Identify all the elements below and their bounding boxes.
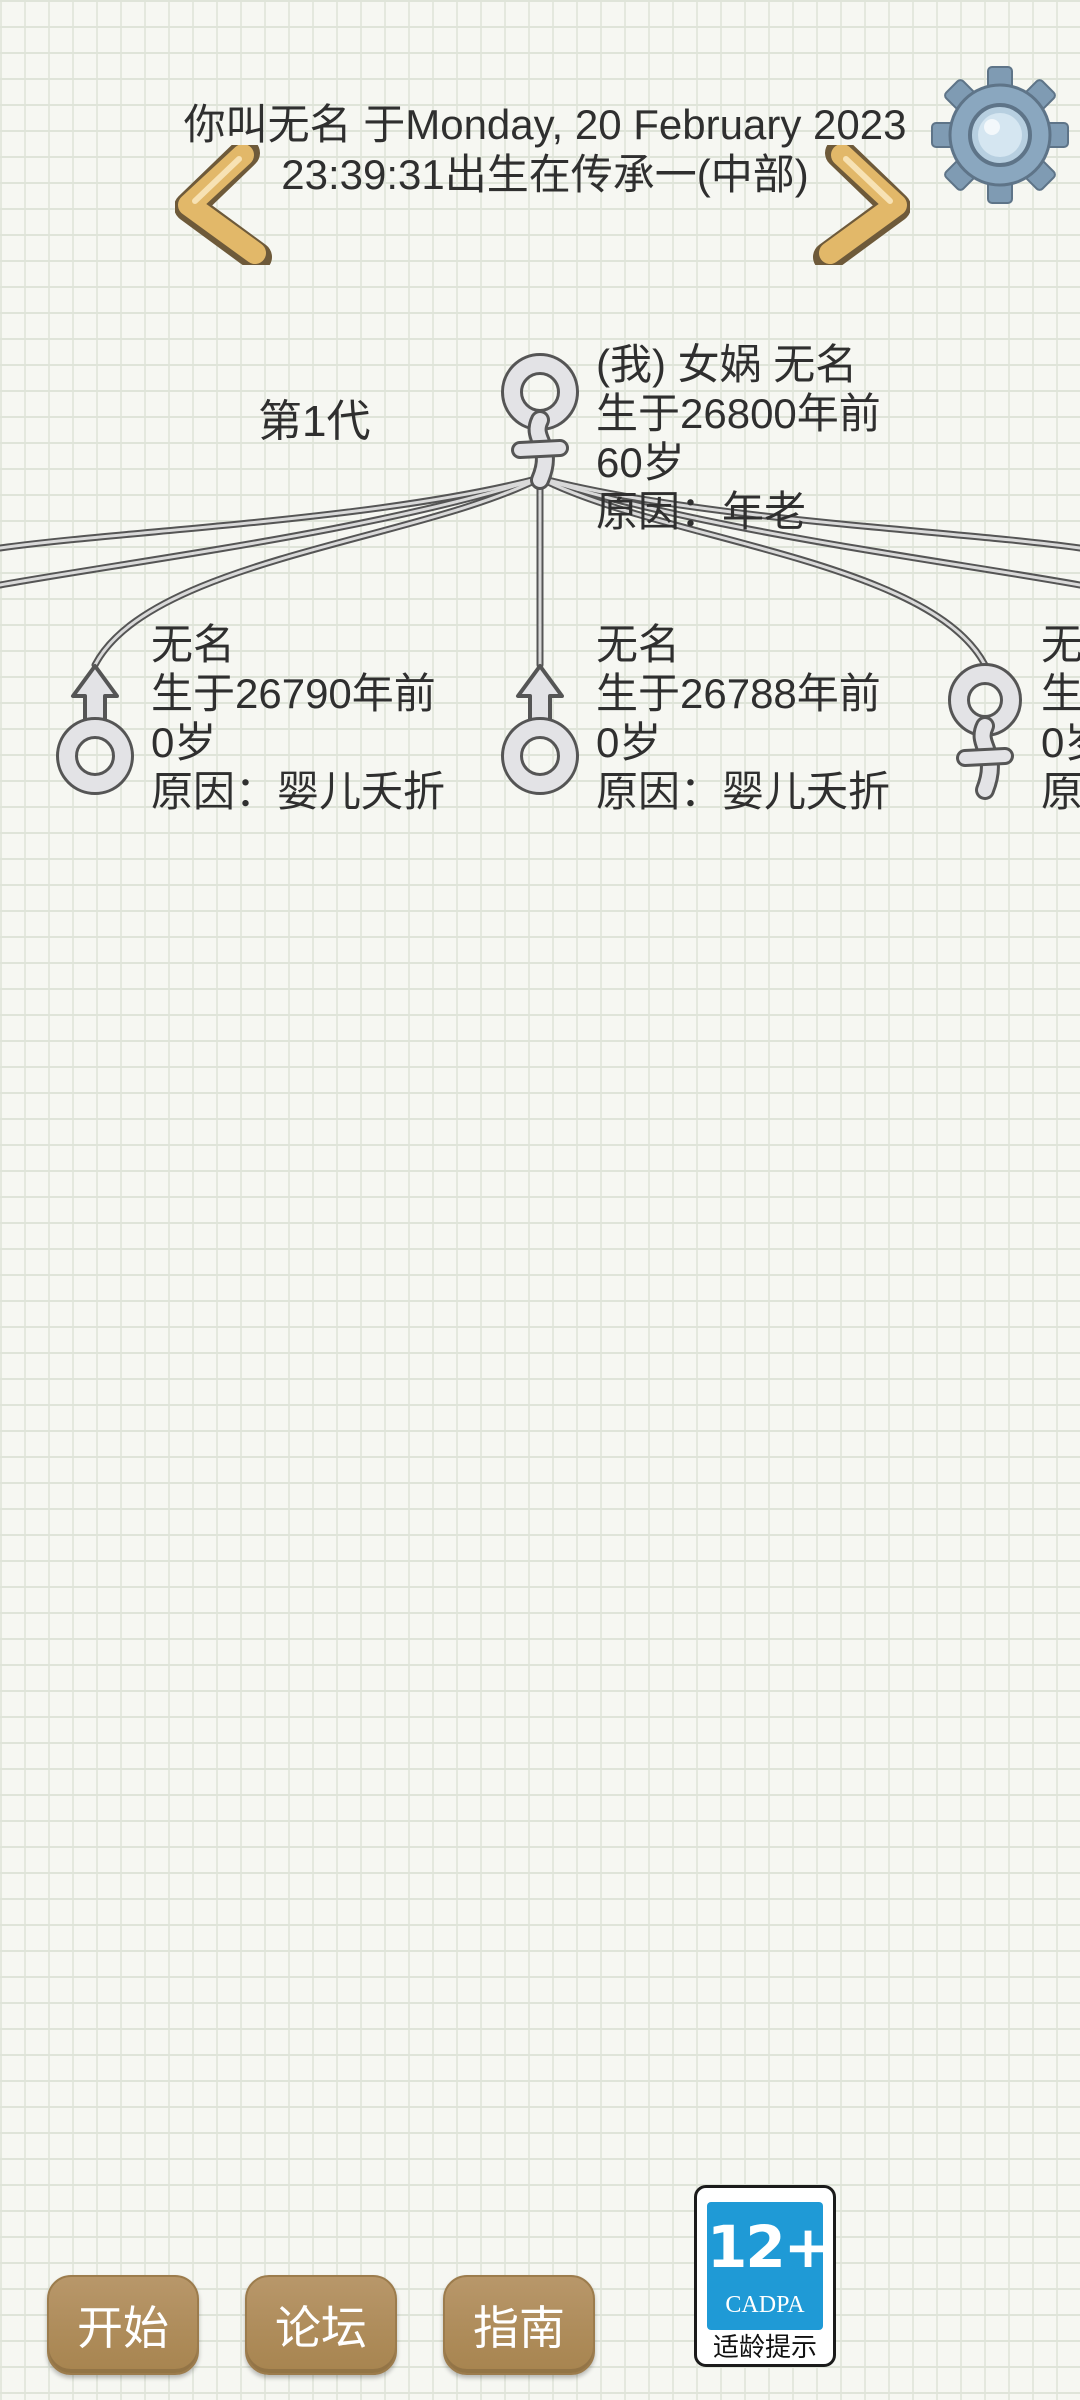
age-rating-note: 适龄提示: [712, 2332, 817, 2362]
birth-info-line1: 你叫无名 于Monday, 20 February 2023: [183, 101, 907, 148]
node-name: 无名: [151, 621, 236, 668]
node-cause: 原: [1041, 768, 1080, 815]
node-cause: 原因：年老: [596, 488, 807, 535]
node-age: 0岁: [151, 719, 217, 766]
chevron-left-icon: [174, 138, 272, 272]
node-age: 0岁: [596, 719, 662, 766]
age-rating-badge[interactable]: 12+ CADPA 适龄提示: [694, 2185, 836, 2367]
chevron-right-icon: [813, 138, 911, 272]
node-birth: 生于26790年前: [151, 670, 436, 717]
node-birth: 生于26800年前: [596, 390, 881, 437]
node-info: 无 生 0岁 原: [1041, 620, 1080, 816]
node-info: 无名 生于26788年前 0岁 原因：婴儿夭折: [596, 620, 890, 816]
forum-button[interactable]: 论坛: [245, 2275, 397, 2375]
node-name: 无: [1041, 621, 1080, 668]
node-age: 60岁: [596, 439, 685, 486]
male-symbol-icon: [501, 664, 579, 795]
age-rating-panel: 12+ CADPA: [707, 2202, 832, 2330]
start-button[interactable]: 开始: [47, 2275, 199, 2375]
guide-button[interactable]: 指南: [443, 2275, 595, 2375]
age-rating-value: 12+: [707, 2213, 832, 2281]
age-rating-org: CADPA: [725, 2292, 805, 2318]
node-age: 0岁: [1041, 719, 1080, 766]
node-cause: 原因：婴儿夭折: [596, 768, 891, 815]
node-cause: 原因：婴儿夭折: [151, 768, 446, 815]
male-symbol-icon: [56, 664, 134, 795]
node-name: 无名: [596, 621, 681, 668]
node-name: (我) 女娲 无名: [596, 341, 858, 388]
female-symbol-icon: [501, 353, 579, 490]
female-symbol-icon: [948, 663, 1022, 800]
node-info: (我) 女娲 无名 生于26800年前 60岁 原因：年老: [596, 340, 881, 536]
node-info: 无名 生于26790年前 0岁 原因：婴儿夭折: [151, 620, 445, 816]
previous-arrow-button[interactable]: [174, 138, 275, 272]
node-birth: 生于26788年前: [596, 670, 881, 717]
node-birth: 生: [1041, 670, 1080, 717]
gear-icon: [931, 66, 1069, 204]
generation-label: 第1代: [258, 397, 371, 446]
next-arrow-button[interactable]: [810, 138, 911, 272]
settings-button[interactable]: [930, 65, 1070, 205]
